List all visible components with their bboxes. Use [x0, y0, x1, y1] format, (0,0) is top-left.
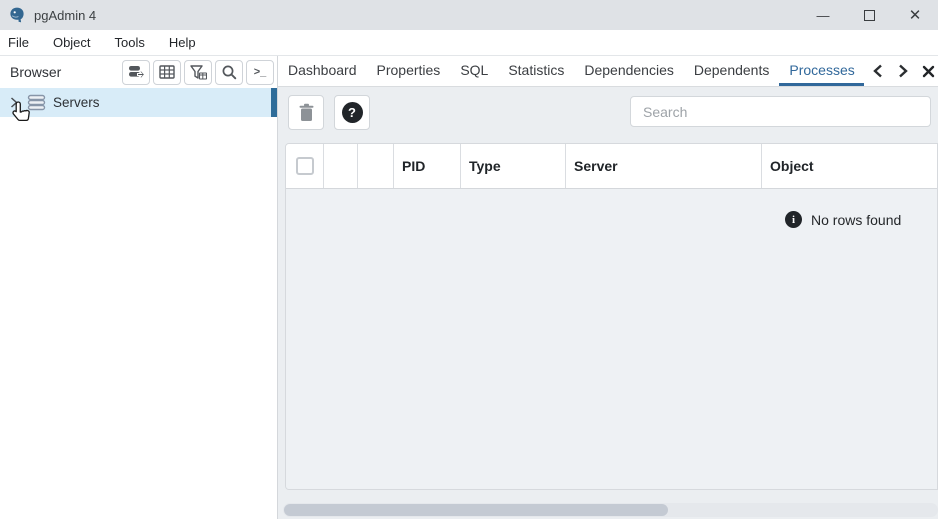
header-cell-select	[286, 144, 324, 188]
trash-icon	[298, 103, 315, 122]
browser-header: Browser	[0, 56, 277, 88]
help-button[interactable]: ?	[334, 95, 370, 130]
scroll-tabs-right-button[interactable]	[893, 60, 913, 82]
tab-navigation	[864, 56, 938, 86]
menubar: File Object Tools Help	[0, 30, 938, 56]
horizontal-scrollbar-track[interactable]	[283, 503, 938, 517]
chevron-right-icon	[898, 64, 908, 78]
pgadmin-window: pgAdmin 4 — ✕ File Object Tools Help Bro…	[0, 0, 938, 519]
header-cell-stop	[324, 144, 358, 188]
menu-tools[interactable]: Tools	[103, 30, 157, 55]
select-all-checkbox[interactable]	[296, 157, 314, 175]
processes-table: PID Type Server Object i No rows found	[285, 143, 938, 490]
filter-button[interactable]	[184, 60, 212, 85]
header-cell-type[interactable]: Type	[461, 144, 566, 188]
help-icon: ?	[342, 102, 363, 123]
close-icon	[922, 65, 935, 78]
browser-toolbar: >_	[122, 60, 274, 85]
add-server-icon	[128, 64, 145, 80]
servers-group-icon	[27, 94, 46, 111]
tab-dependencies[interactable]: Dependencies	[574, 56, 684, 86]
close-icon: ✕	[909, 6, 922, 24]
header-cell-server[interactable]: Server	[566, 144, 762, 188]
tab-dependents[interactable]: Dependents	[684, 56, 780, 86]
horizontal-scrollbar-thumb[interactable]	[284, 504, 668, 516]
tree-item-servers[interactable]: Servers	[0, 88, 277, 117]
pgadmin-logo-icon	[8, 6, 26, 24]
tab-dashboard[interactable]: Dashboard	[278, 56, 367, 86]
menu-object[interactable]: Object	[41, 30, 103, 55]
close-panel-button[interactable]	[918, 60, 938, 82]
empty-state-message: No rows found	[811, 212, 901, 228]
chevron-right-icon[interactable]	[10, 97, 18, 108]
tab-properties[interactable]: Properties	[367, 56, 451, 86]
titlebar: pgAdmin 4 — ✕	[0, 0, 938, 30]
add-server-button[interactable]	[122, 60, 150, 85]
browser-panel-title: Browser	[10, 64, 122, 80]
tab-sql[interactable]: SQL	[450, 56, 498, 86]
filter-icon	[190, 65, 207, 80]
close-button[interactable]: ✕	[892, 0, 938, 30]
header-cell-details	[358, 144, 394, 188]
empty-state: i No rows found	[785, 211, 901, 228]
delete-process-button[interactable]	[288, 95, 324, 130]
minimize-button[interactable]: —	[800, 0, 846, 30]
maximize-button[interactable]	[846, 0, 892, 30]
psql-tool-button[interactable]: >_	[246, 60, 274, 85]
header-cell-pid[interactable]: PID	[394, 144, 461, 188]
menu-file[interactable]: File	[4, 30, 41, 55]
scroll-tabs-left-button[interactable]	[868, 60, 888, 82]
tabs-bar: Dashboard Properties SQL Statistics Depe…	[278, 56, 938, 87]
main-panel: Dashboard Properties SQL Statistics Depe…	[278, 56, 938, 519]
maximize-icon	[864, 10, 875, 21]
header-cell-object[interactable]: Object	[762, 144, 938, 188]
minimize-icon: —	[817, 8, 830, 23]
grid-button[interactable]	[153, 60, 181, 85]
browser-panel: Browser	[0, 56, 278, 519]
psql-terminal-icon: >_	[254, 66, 267, 78]
tree-selection-accent	[271, 88, 277, 117]
search-input[interactable]	[630, 96, 931, 127]
chevron-left-icon	[873, 64, 883, 78]
object-grid-icon	[159, 65, 175, 79]
tabs-viewport: Dashboard Properties SQL Statistics Depe…	[278, 56, 864, 86]
info-icon: i	[785, 211, 802, 228]
search-objects-icon	[221, 64, 237, 80]
search-objects-button[interactable]	[215, 60, 243, 85]
table-body: i No rows found	[286, 189, 937, 490]
tab-statistics[interactable]: Statistics	[498, 56, 574, 86]
tree-item-label: Servers	[53, 95, 100, 110]
table-header-row: PID Type Server Object	[286, 144, 938, 189]
window-title: pgAdmin 4	[34, 8, 96, 23]
processes-content: ? PID Type Server Object i	[278, 87, 938, 519]
menu-help[interactable]: Help	[157, 30, 208, 55]
tab-processes[interactable]: Processes	[779, 56, 864, 86]
